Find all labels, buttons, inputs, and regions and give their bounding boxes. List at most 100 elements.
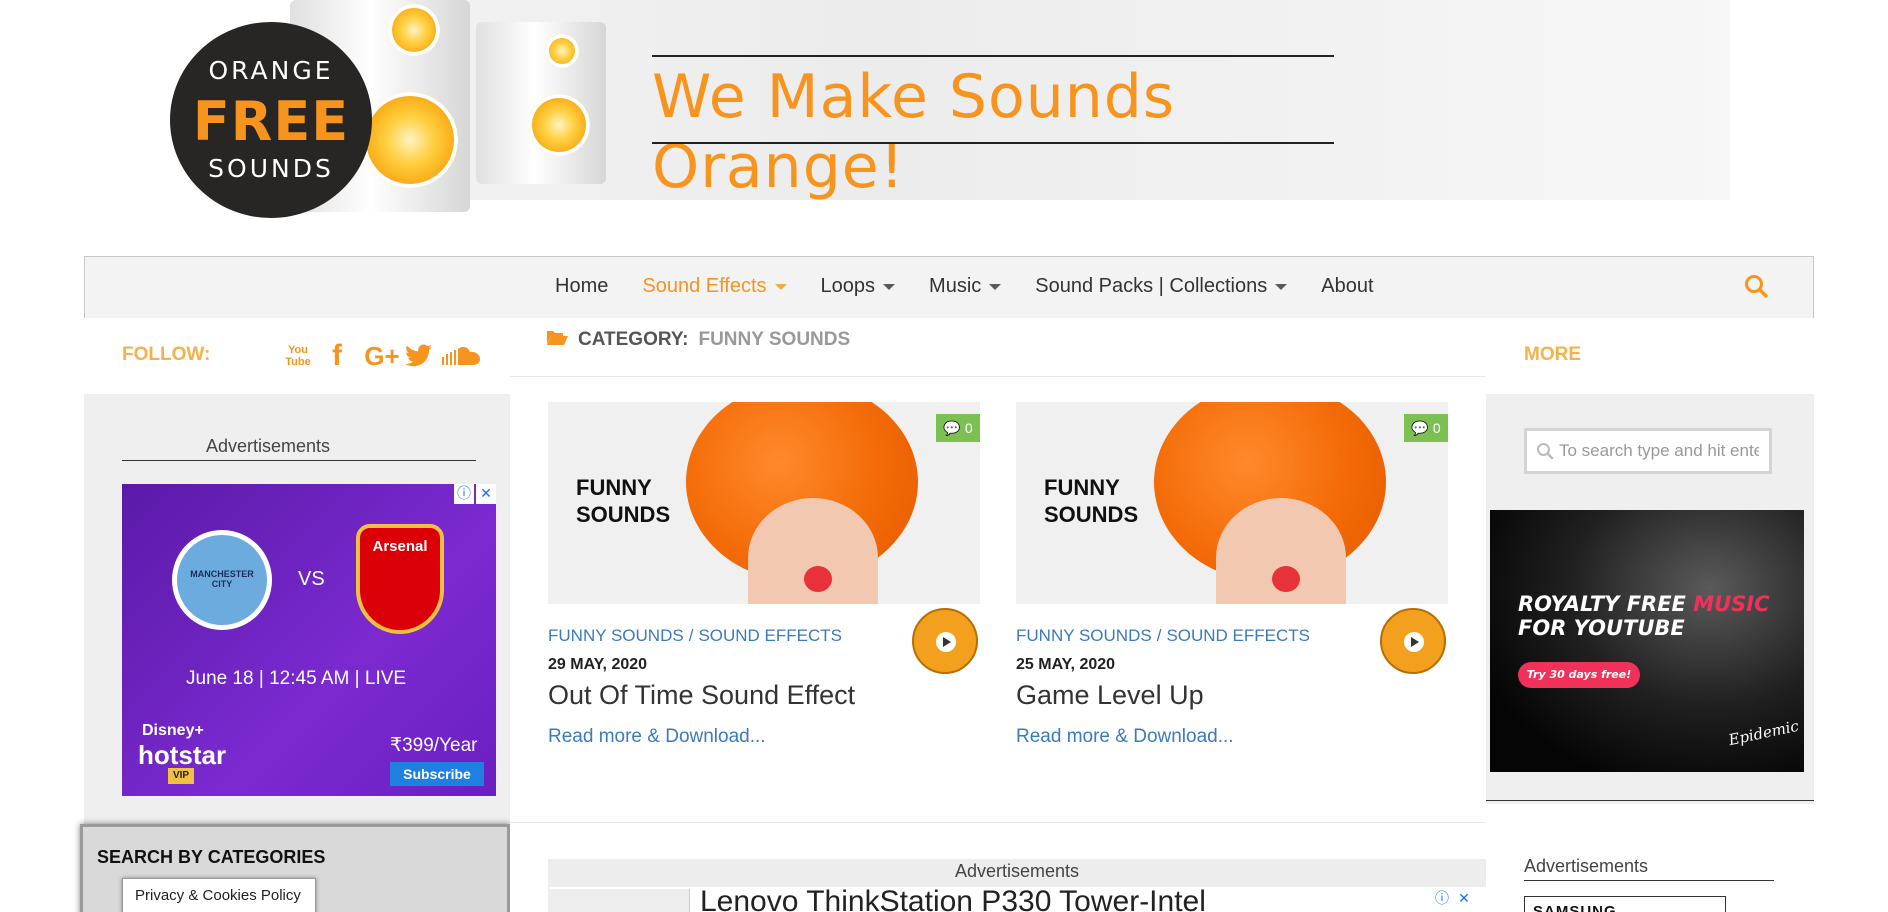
comment-count: 0 [964, 420, 973, 436]
ep-ad-line-1a: ROYALTY FREE [1518, 592, 1694, 616]
nav-item-label: Loops [820, 275, 876, 297]
folder-open-icon [546, 328, 568, 352]
lenovo-ad[interactable]: Lenovo ThinkStation P330 Tower-Intel ⓘ ✕ [550, 885, 1486, 912]
page: ORANGE FREE SOUNDS We Make Sounds Orange… [0, 0, 1888, 912]
hotstar-brand-top: Disney+ [142, 722, 204, 739]
thumb-caption-line: SOUNDS [576, 502, 671, 527]
nav-item-sound-packs[interactable]: Sound Packs | Collections [1035, 275, 1288, 298]
privacy-cookies-button[interactable]: Privacy & Cookies Policy [122, 878, 316, 912]
comment-count-badge[interactable]: 💬 0 [936, 414, 980, 442]
advertisements-label: Advertisements [1524, 856, 1649, 876]
nav-item-music[interactable]: Music [929, 275, 1002, 298]
epidemic-logo: Epidemic [1726, 716, 1801, 750]
follow-bar: FOLLOW: You Tube f G+ [84, 318, 510, 394]
lenovo-ad-image [550, 889, 690, 912]
samsung-ad[interactable]: SAMSUNG [1524, 896, 1726, 912]
nav-item-label: Music [929, 275, 982, 297]
ep-ad-line-1: ROYALTY FREE MUSIC [1518, 592, 1770, 616]
arsenal-name: Arsenal [372, 538, 428, 555]
chevron-down-icon [774, 283, 787, 290]
read-more-link[interactable]: Read more & Download... [548, 726, 766, 748]
ad-close-icon[interactable]: ✕ [476, 484, 496, 504]
main-content: CATEGORY: FUNNY SOUNDS FUNNY SOUNDS 💬 0 FU… [510, 318, 1486, 912]
comment-icon: 💬 [943, 419, 961, 436]
post-category-link[interactable]: FUNNY SOUNDS [548, 626, 684, 645]
soundcloud-icon[interactable] [442, 340, 482, 372]
epidemic-sound-ad[interactable]: ROYALTY FREE MUSIC FOR YOUTUBE Try 30 da… [1490, 510, 1804, 772]
post-title[interactable]: Out Of Time Sound Effect [548, 680, 855, 711]
category-heading: CATEGORY: FUNNY SOUNDS [546, 328, 850, 352]
google-plus-icon[interactable]: G+ [360, 340, 404, 372]
logo-line-1: ORANGE [208, 56, 334, 85]
post-category-link[interactable]: SOUND EFFECTS [1166, 626, 1310, 645]
chevron-down-icon [883, 283, 896, 290]
ad-info-icon[interactable]: ⓘ [454, 484, 474, 504]
thumb-caption: FUNNY SOUNDS [1044, 474, 1138, 528]
hotstar-ad[interactable]: ⓘ ✕ MANCHESTER CITY VS Arsenal June 18 |… [122, 484, 496, 796]
post-categories: FUNNY SOUNDS / SOUND EFFECTS [1016, 626, 1310, 646]
man-city-badge: MANCHESTER CITY [172, 530, 272, 630]
play-button[interactable] [1380, 608, 1446, 674]
youtube-text-bottom: Tube [285, 356, 311, 368]
category-separator: / [1156, 626, 1162, 645]
post-title[interactable]: Game Level Up [1016, 680, 1204, 711]
thumb-nose [1272, 566, 1300, 592]
thumb-caption: FUNNY SOUNDS [576, 474, 670, 528]
google-plus-glyph: G+ [364, 340, 400, 371]
speaker-orange-small [388, 4, 440, 56]
more-label: MORE [1524, 344, 1581, 365]
tagline-top-rule [652, 55, 1334, 57]
comment-count-badge[interactable]: 💬 0 [1404, 414, 1448, 442]
arsenal-badge: Arsenal [356, 524, 444, 634]
ep-ad-line-1b: MUSIC [1693, 592, 1770, 616]
vip-badge: VIP [168, 768, 194, 784]
nav-item-label: Sound Packs | Collections [1035, 275, 1268, 297]
play-button[interactable] [912, 608, 978, 674]
nav-item-about[interactable]: About [1321, 275, 1373, 298]
hotstar-brand: hotstar [138, 740, 227, 770]
posts-divider [510, 822, 1486, 823]
ad-close-icon[interactable]: ✕ [1454, 889, 1474, 909]
facebook-glyph: f [332, 339, 342, 372]
thumb-nose [804, 566, 832, 592]
ep-ad-line-2: FOR YOUTUBE [1518, 616, 1685, 640]
post-category-link[interactable]: SOUND EFFECTS [698, 626, 842, 645]
ad-info-icon[interactable]: ⓘ [1432, 889, 1452, 909]
right-divider [1486, 800, 1814, 801]
heading-divider [510, 376, 1486, 377]
logo-line-3: SOUNDS [208, 154, 334, 183]
post-categories: FUNNY SOUNDS / SOUND EFFECTS [548, 626, 842, 646]
advertisements-label: Advertisements [205, 436, 331, 456]
search-icon[interactable] [1743, 273, 1769, 299]
youtube-icon[interactable]: You Tube [284, 340, 312, 372]
nav-item-label: About [1321, 275, 1374, 297]
thumb-caption-line: FUNNY [1044, 475, 1120, 500]
site-header: ORANGE FREE SOUNDS We Make Sounds Orange… [0, 0, 1888, 256]
facebook-icon[interactable]: f [326, 339, 348, 372]
speaker2-orange-large [528, 94, 590, 156]
samsung-ad-text: SAMSUNG [1533, 903, 1617, 912]
chevron-down-icon [989, 283, 1002, 290]
post-date: 29 MAY, 2020 [548, 656, 648, 673]
read-more-link[interactable]: Read more & Download... [1016, 726, 1234, 748]
advertisements-rule [122, 460, 476, 461]
post-thumbnail[interactable]: FUNNY SOUNDS 💬 0 [548, 402, 980, 604]
twitter-icon[interactable] [404, 340, 434, 372]
subscribe-button[interactable]: Subscribe [390, 762, 484, 786]
left-sidebar: FOLLOW: You Tube f G+ Advertisements ⓘ ✕ … [84, 318, 510, 912]
nav-item-label: Home [555, 275, 609, 297]
play-icon [1411, 637, 1419, 647]
nav-item-home[interactable]: Home [555, 275, 608, 298]
thumb-caption-line: FUNNY [576, 475, 652, 500]
nav-item-sound-effects[interactable]: Sound Effects [642, 275, 787, 298]
sidebar-search-input[interactable] [1524, 428, 1772, 474]
post-thumbnail[interactable]: FUNNY SOUNDS 💬 0 [1016, 402, 1448, 604]
nav-item-label: Sound Effects [642, 275, 767, 297]
post-category-link[interactable]: FUNNY SOUNDS [1016, 626, 1152, 645]
site-logo[interactable]: ORANGE FREE SOUNDS [170, 22, 372, 218]
right-sidebar: MORE ROYALTY FREE MUSIC FOR YOUTUBE Try … [1486, 318, 1814, 912]
try-free-button[interactable]: Try 30 days free! [1518, 662, 1640, 688]
category-prefix: CATEGORY: [578, 329, 689, 350]
comment-count: 0 [1432, 420, 1441, 436]
nav-item-loops[interactable]: Loops [821, 275, 896, 298]
